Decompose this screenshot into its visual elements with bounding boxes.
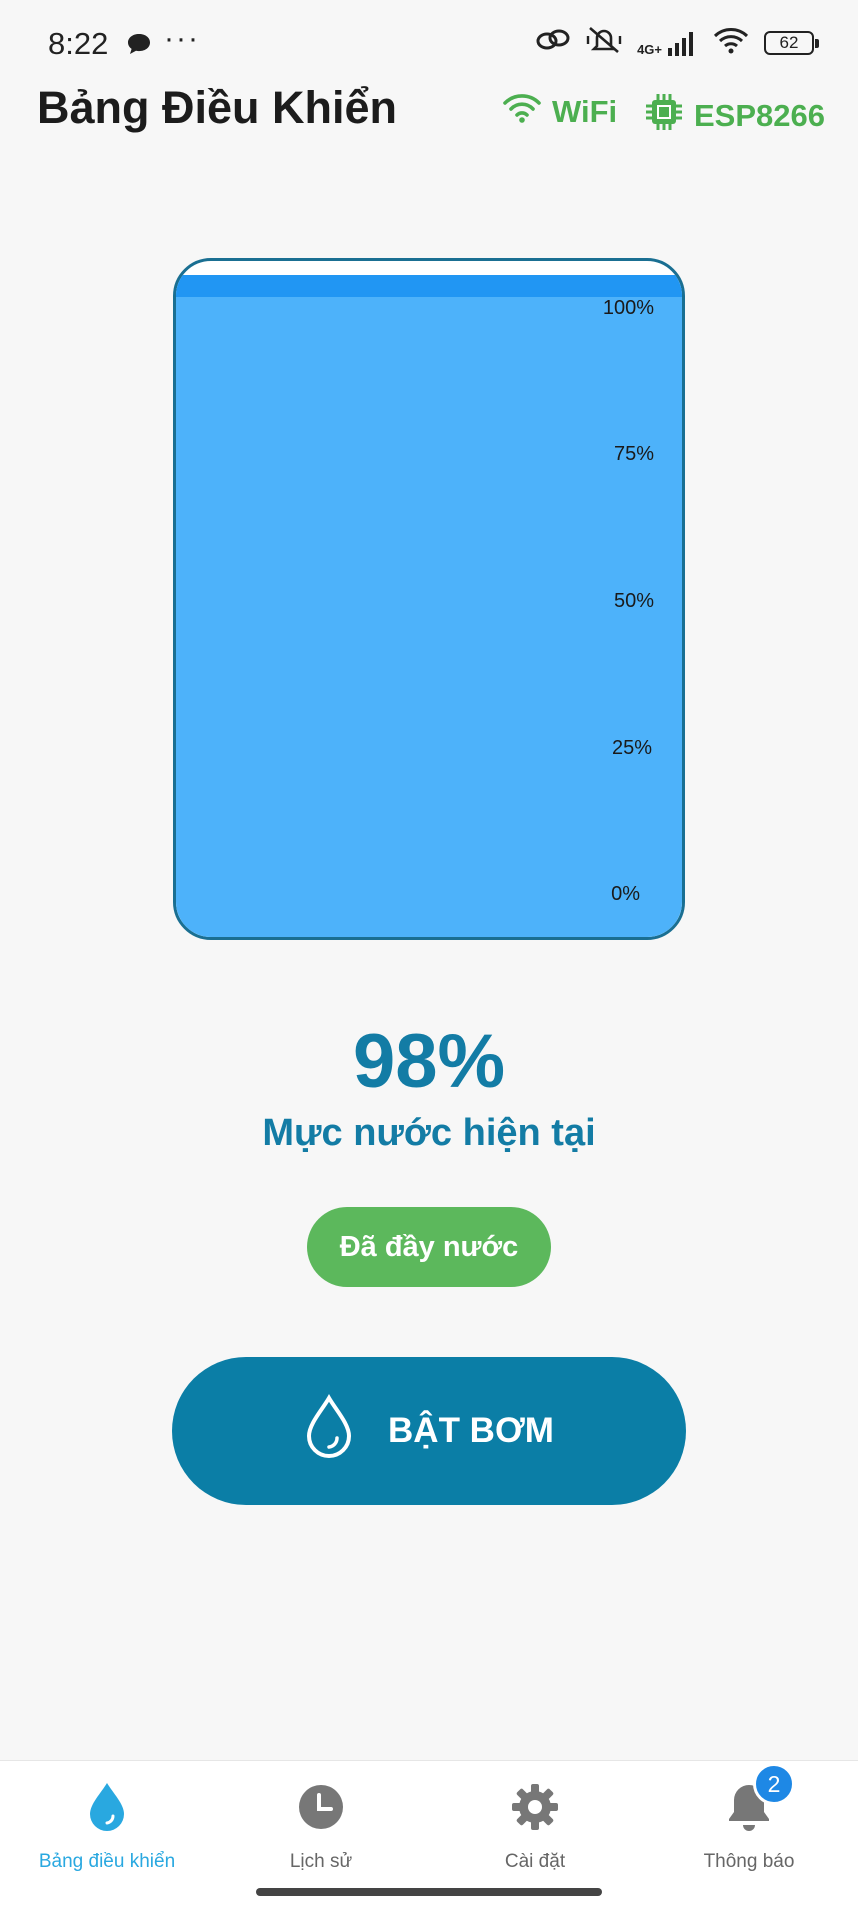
tick-label-50: 50% — [613, 590, 654, 612]
bottom-navigation: Bảng điều khiển Lịch sử Cài đặt 2 Thông … — [0, 1760, 858, 1909]
tick-label-100: 100% — [602, 297, 654, 319]
nav-label-history: Lịch sử — [289, 1851, 353, 1872]
nav-label-dashboard: Bảng điều khiển — [38, 1851, 176, 1872]
status-time: 8:22 — [48, 26, 109, 61]
wifi-icon — [502, 92, 542, 132]
chat-bubble-icon — [126, 32, 152, 61]
wifi-signal-icon — [712, 25, 750, 60]
more-notifications-icon: ··· — [164, 22, 200, 55]
link-icon — [535, 26, 571, 59]
water-level-label: Mực nước hiện tại — [262, 1112, 596, 1154]
cellular-signal-icon: 4G+ — [637, 30, 698, 56]
battery-indicator: 62 — [764, 30, 819, 55]
bell-icon: 2 — [725, 1763, 795, 1837]
nav-item-history[interactable]: Lịch sử — [214, 1777, 428, 1873]
water-drop-icon — [304, 1393, 354, 1469]
water-fill — [176, 274, 682, 937]
wifi-connection-status: WiFi — [502, 92, 617, 132]
nav-label-notifications: Thông báo — [703, 1851, 795, 1872]
gear-icon — [510, 1777, 560, 1837]
status-icons: 4G+ 62 — [535, 24, 819, 61]
tick-label-75: 75% — [613, 443, 654, 465]
clock-icon — [297, 1777, 345, 1837]
nav-item-notifications[interactable]: 2 Thông báo — [642, 1763, 856, 1873]
home-indicator[interactable] — [256, 1888, 602, 1896]
status-bar: 8:22 ··· 4G+ 62 — [0, 0, 858, 90]
wifi-label: WiFi — [552, 94, 618, 129]
nav-item-dashboard[interactable]: Bảng điều khiển — [0, 1777, 214, 1873]
tick-label-0: 0% — [611, 883, 640, 905]
pump-toggle-button[interactable]: BẬT BƠM — [172, 1357, 686, 1505]
water-drop-icon — [87, 1777, 127, 1837]
network-type: 4G+ — [637, 41, 662, 57]
pump-button-label: BẬT BƠM — [388, 1411, 554, 1450]
page-title: Bảng Điều Khiển — [37, 82, 398, 133]
notification-count-badge: 2 — [753, 1763, 795, 1805]
tank-status-badge: Đã đầy nước — [307, 1207, 551, 1287]
device-connection-status: ESP8266 — [644, 92, 825, 140]
water-tank: 100% 75% 50% 25% 0% — [173, 258, 685, 940]
device-label: ESP8266 — [694, 98, 825, 133]
chip-icon — [644, 92, 684, 140]
nav-label-settings: Cài đặt — [504, 1851, 566, 1872]
tick-label-25: 25% — [611, 737, 652, 759]
nav-item-settings[interactable]: Cài đặt — [428, 1777, 642, 1873]
vibrate-muted-icon — [585, 24, 623, 61]
water-level-value: 98% — [352, 1019, 506, 1104]
water-surface — [176, 274, 682, 297]
